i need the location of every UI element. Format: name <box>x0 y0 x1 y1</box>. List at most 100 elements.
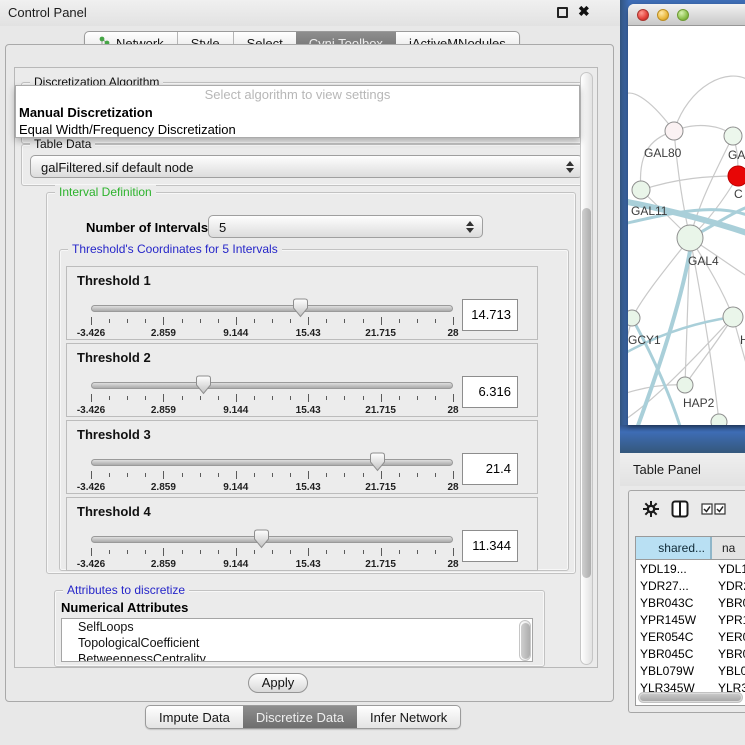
tick-label: 9.144 <box>223 559 248 570</box>
select-columns-checkboxes-icon[interactable] <box>701 503 727 515</box>
network-node[interactable] <box>711 414 727 425</box>
cell-name[interactable]: YER0 <box>712 628 745 645</box>
column-header-name[interactable]: na <box>712 537 745 559</box>
attribute-list-item[interactable]: BetweennessCentrality <box>62 651 532 662</box>
cell-name[interactable]: YDL1 <box>712 560 745 577</box>
network-node-gal80[interactable] <box>665 122 683 140</box>
slider-track[interactable] <box>91 305 453 312</box>
gear-icon[interactable] <box>643 501 659 517</box>
network-node-h[interactable] <box>723 307 743 327</box>
column-header-shared-name[interactable]: shared... <box>636 537 712 559</box>
tick-mark <box>236 317 237 325</box>
tick-mark <box>127 473 128 477</box>
tick-label: 15.43 <box>296 328 321 339</box>
attributes-list-scrollbar[interactable] <box>519 620 531 661</box>
tick-mark <box>127 550 128 554</box>
table-row[interactable]: YPR145WYPR1 <box>636 611 745 628</box>
scrollbar-thumb[interactable] <box>582 208 591 578</box>
cell-name[interactable]: YDR2 <box>712 577 745 594</box>
algorithm-placeholder-option[interactable]: Select algorithm to view settings <box>16 86 579 104</box>
threshold-slider[interactable]: -3.4262.8599.14415.4321.71528 <box>91 299 453 339</box>
tick-mark <box>381 471 382 479</box>
attributes-group: Attributes to discretize Numerical Attri… <box>54 590 545 667</box>
tick-label: 2.859 <box>151 559 176 570</box>
threshold-value-field[interactable]: 11.344 <box>462 530 518 562</box>
network-node-gcy1[interactable] <box>628 310 640 326</box>
cell-shared-name[interactable]: YBR045C <box>636 645 712 662</box>
cell-name[interactable]: YPR1 <box>712 611 745 628</box>
attribute-list-item[interactable]: SelfLoops <box>62 619 532 635</box>
zoom-traffic-light-icon[interactable] <box>677 9 689 21</box>
cell-shared-name[interactable]: YBR043C <box>636 594 712 611</box>
tick-mark <box>182 473 183 477</box>
tab-infer-network[interactable]: Infer Network <box>357 706 460 728</box>
cell-shared-name[interactable]: YER054C <box>636 628 712 645</box>
thresholds-group-title: Threshold's Coordinates for 5 Intervals <box>68 242 282 256</box>
slider-thumb[interactable] <box>369 452 386 472</box>
number-of-intervals-combobox[interactable]: 5 <box>208 215 483 238</box>
settings-vertical-scrollbar[interactable] <box>580 72 593 665</box>
cell-shared-name[interactable]: YDR27... <box>636 577 712 594</box>
table-row[interactable]: YBL079WYBL0 <box>636 662 745 679</box>
slider-thumb[interactable] <box>292 298 309 318</box>
network-window-titlebar[interactable] <box>628 4 745 26</box>
slider-thumb[interactable] <box>195 375 212 395</box>
network-view-window[interactable]: GAL80GACGAL11GAL4GCY1HHAP2 <box>628 4 745 425</box>
cell-name[interactable]: YBR0 <box>712 645 745 662</box>
table-panel-titlebar: Table Panel <box>620 453 745 486</box>
threshold-slider[interactable]: -3.4262.8599.14415.4321.71528 <box>91 530 453 570</box>
table-data-combobox[interactable]: galFiltered.sif default node <box>30 155 583 178</box>
split-columns-icon[interactable] <box>671 500 689 518</box>
scrollbar-thumb[interactable] <box>521 623 530 659</box>
slider-track[interactable] <box>91 459 453 466</box>
close-traffic-light-icon[interactable] <box>637 9 649 21</box>
numerical-attributes-list[interactable]: SelfLoopsTopologicalCoefficientBetweenne… <box>61 618 533 662</box>
tick-mark <box>91 394 92 402</box>
tab-impute-data[interactable]: Impute Data <box>146 706 243 728</box>
table-row[interactable]: YBR043CYBR0 <box>636 594 745 611</box>
table-row[interactable]: YER054CYER0 <box>636 628 745 645</box>
tick-label: 28 <box>447 405 458 416</box>
threshold-slider[interactable]: -3.4262.8599.14415.4321.71528 <box>91 376 453 416</box>
interval-definition-group: Interval Definition Number of Intervals … <box>46 192 576 574</box>
cell-name[interactable]: YBR0 <box>712 594 745 611</box>
network-node-c[interactable] <box>728 166 745 186</box>
slider-thumb[interactable] <box>253 529 270 549</box>
network-canvas[interactable]: GAL80GACGAL11GAL4GCY1HHAP2 <box>628 26 745 425</box>
tick-mark <box>163 317 164 325</box>
table-horizontal-scrollbar[interactable] <box>638 692 743 703</box>
apply-button[interactable]: Apply <box>248 673 308 693</box>
cell-shared-name[interactable]: YDL19... <box>636 560 712 577</box>
tab-discretize-data[interactable]: Discretize Data <box>243 706 357 728</box>
tick-mark <box>344 550 345 554</box>
attribute-list-item[interactable]: TopologicalCoefficient <box>62 635 532 651</box>
minimize-traffic-light-icon[interactable] <box>657 9 669 21</box>
threshold-value-field[interactable]: 6.316 <box>462 376 518 408</box>
cell-shared-name[interactable]: YBL079W <box>636 662 712 679</box>
tick-mark <box>308 317 309 325</box>
cell-shared-name[interactable]: YPR145W <box>636 611 712 628</box>
network-node-gal4[interactable] <box>677 225 703 251</box>
threshold-value-field[interactable]: 21.4 <box>462 453 518 485</box>
float-window-icon[interactable] <box>557 7 568 18</box>
tick-label: 21.715 <box>365 482 396 493</box>
tick-mark <box>163 471 164 479</box>
scrollbar-thumb[interactable] <box>640 694 741 701</box>
table-row[interactable]: YDL19...YDL1 <box>636 560 745 577</box>
table-row[interactable]: YDR27...YDR2 <box>636 577 745 594</box>
network-node-hap2[interactable] <box>677 377 693 393</box>
table-panel-body: shared... na YDL19...YDL1YDR27...YDR2YBR… <box>628 490 745 713</box>
threshold-slider[interactable]: -3.4262.8599.14415.4321.71528 <box>91 453 453 493</box>
table-row[interactable]: YBR045CYBR0 <box>636 645 745 662</box>
node-attribute-table[interactable]: shared... na YDL19...YDL1YDR27...YDR2YBR… <box>635 536 745 706</box>
cell-name[interactable]: YBL0 <box>712 662 745 679</box>
threshold-value-field[interactable]: 14.713 <box>462 299 518 331</box>
slider-track[interactable] <box>91 536 453 543</box>
algorithm-option-equal-width[interactable]: Equal Width/Frequency Discretization <box>16 121 579 138</box>
close-icon[interactable]: ✖ <box>578 3 590 20</box>
algorithm-option-manual[interactable]: Manual Discretization <box>16 104 579 121</box>
network-node-ga[interactable] <box>724 127 742 145</box>
network-node-gal11[interactable] <box>632 181 650 199</box>
slider-track[interactable] <box>91 382 453 389</box>
node-label: GAL4 <box>688 254 719 268</box>
